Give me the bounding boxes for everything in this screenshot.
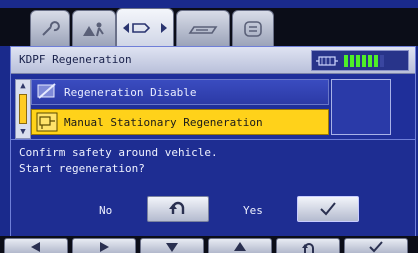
menu-item-regeneration-disable[interactable]: Regeneration Disable — [31, 79, 329, 105]
return-icon — [302, 243, 314, 253]
scroll-down-icon[interactable]: ▼ — [16, 126, 30, 138]
key-up[interactable] — [208, 238, 272, 253]
scrollbar[interactable]: ▲ ▼ — [15, 79, 31, 139]
key-right[interactable] — [72, 238, 136, 253]
title-bar: KDPF Regeneration — [11, 47, 415, 74]
list-icon — [244, 21, 262, 37]
regeneration-level-indicator — [311, 50, 409, 71]
up-arrow-icon — [234, 242, 246, 251]
down-arrow-icon — [166, 243, 178, 252]
key-return[interactable] — [276, 238, 340, 253]
exhaust-icon — [188, 26, 218, 34]
menu-item-label: Regeneration Disable — [64, 85, 197, 99]
scroll-thumb[interactable] — [19, 94, 27, 124]
right-arrow-icon — [100, 242, 109, 252]
no-label: No — [99, 204, 113, 217]
confirmation-dialog: Confirm safety around vehicle. Start reg… — [11, 139, 415, 238]
tab-bar — [0, 8, 418, 47]
level-segment — [344, 54, 348, 67]
key-left[interactable] — [4, 238, 68, 253]
tab-exhaust[interactable] — [176, 10, 230, 47]
yes-label: Yes — [243, 204, 263, 217]
disable-icon — [37, 83, 56, 99]
dialog-message-line-2: Start regeneration? — [19, 162, 145, 175]
yes-button[interactable] — [297, 196, 359, 222]
scroll-up-icon[interactable]: ▲ — [16, 80, 30, 92]
checkmark-icon — [320, 202, 336, 216]
level-segment — [380, 54, 384, 67]
preview-box — [331, 79, 391, 135]
level-segment — [362, 54, 366, 67]
manual-regen-icon — [36, 112, 58, 132]
tab-wrench[interactable] — [30, 10, 70, 47]
left-arrow-icon — [31, 242, 40, 252]
monitor-screen: KDPF Regeneration ▲ ▼ Regeneration Disab… — [0, 0, 418, 253]
return-icon — [169, 201, 185, 214]
page-title: KDPF Regeneration — [19, 53, 132, 66]
tab-list[interactable] — [232, 10, 274, 47]
level-segment — [368, 54, 372, 67]
main-panel: KDPF Regeneration ▲ ▼ Regeneration Disab… — [10, 46, 416, 238]
person-icon — [83, 22, 104, 37]
menu-item-label: Manual Stationary Regeneration — [64, 115, 263, 129]
level-segment — [350, 54, 354, 67]
function-key-bar — [0, 236, 418, 253]
key-enter[interactable] — [344, 238, 408, 253]
key-down[interactable] — [140, 238, 204, 253]
arrow-cycle-icon — [123, 23, 167, 33]
checkmark-icon — [369, 241, 383, 253]
no-button[interactable] — [147, 196, 209, 222]
dialog-message-line-1: Confirm safety around vehicle. — [19, 146, 218, 159]
wrench-icon — [42, 21, 60, 36]
dpf-icon — [316, 55, 338, 66]
tab-person[interactable] — [72, 10, 116, 47]
level-segment — [374, 54, 378, 67]
menu-item-manual-stationary-regeneration[interactable]: Manual Stationary Regeneration — [31, 109, 329, 135]
tab-regeneration[interactable] — [116, 8, 174, 47]
level-segment — [356, 54, 360, 67]
